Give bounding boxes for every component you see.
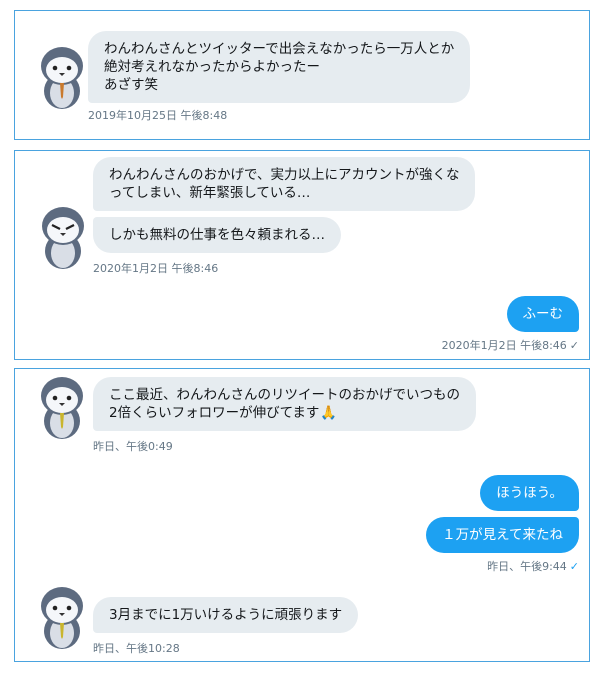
message-text: ってしまい、新年緊張している… [109, 185, 311, 201]
message-text: ここ最近、わんわんさんのリツイートのおかげでいつもの [109, 387, 460, 403]
penguin-avatar[interactable] [38, 205, 88, 271]
message-text: わんわんさんとツイッターで出会えなかったら一万人とか [104, 41, 455, 57]
timestamp: 2020年1月2日 午後8:46 [93, 262, 219, 275]
timestamp: 昨日、午後10:28 [93, 642, 180, 655]
timestamp: 2019年10月25日 午後8:48 [88, 109, 228, 122]
timestamp: 昨日、午後9:44 ✓ [487, 558, 579, 574]
reply-bubble[interactable]: ふーむ [506, 296, 579, 332]
reply-bubble[interactable]: １万が見えて来たね [426, 517, 579, 553]
message-text: １万が見えて来たね [442, 527, 563, 543]
message-text: しかも無料の仕事を色々頼まれる… [109, 227, 325, 243]
timestamp: 2020年1月2日 午後8:46 ✓ [442, 337, 579, 353]
message-text: あざす笑 [104, 77, 158, 93]
timestamp-text: 2020年1月2日 午後8:46 [441, 339, 567, 352]
dm-panel-2: わんわんさんのおかげで、実力以上にアカウントが強くな ってしまい、新年緊張してい… [14, 150, 590, 360]
checkmark-icon: ✓ [569, 560, 579, 573]
message-bubble[interactable]: わんわんさんのおかげで、実力以上にアカウントが強くな ってしまい、新年緊張してい… [93, 157, 476, 211]
timestamp: 昨日、午後0:49 [93, 440, 173, 453]
message-text: 3月までに1万いけるように頑張ります [109, 607, 343, 623]
message-bubble[interactable]: しかも無料の仕事を色々頼まれる… [93, 217, 341, 253]
message-bubble[interactable]: 3月までに1万いけるように頑張ります [93, 597, 359, 633]
penguin-avatar[interactable] [37, 375, 87, 441]
message-bubble[interactable]: ここ最近、わんわんさんのリツイートのおかげでいつもの 2倍くらいフォロワーが伸び… [93, 377, 476, 431]
dm-panel-3: ここ最近、わんわんさんのリツイートのおかげでいつもの 2倍くらいフォロワーが伸び… [14, 368, 590, 662]
message-text: わんわんさんのおかげで、実力以上にアカウントが強くな [109, 167, 460, 183]
message-text: ほうほう。 [496, 485, 563, 501]
message-text: 2倍くらいフォロワーが伸びてます [109, 405, 320, 421]
reply-bubble[interactable]: ほうほう。 [480, 475, 579, 511]
timestamp-text: 昨日、午後9:44 [487, 560, 567, 573]
message-text: 絶対考えれなかったからよかったー [104, 59, 320, 75]
praying-hands-emoji: 🙏 [320, 405, 338, 421]
dm-panel-1: わんわんさんとツイッターで出会えなかったら一万人とか 絶対考えれなかったからよか… [14, 10, 590, 140]
message-bubble[interactable]: わんわんさんとツイッターで出会えなかったら一万人とか 絶対考えれなかったからよか… [88, 31, 471, 103]
checkmark-icon: ✓ [569, 339, 579, 352]
message-text: ふーむ [522, 306, 564, 322]
penguin-avatar[interactable] [37, 45, 87, 111]
penguin-avatar[interactable] [37, 585, 87, 651]
